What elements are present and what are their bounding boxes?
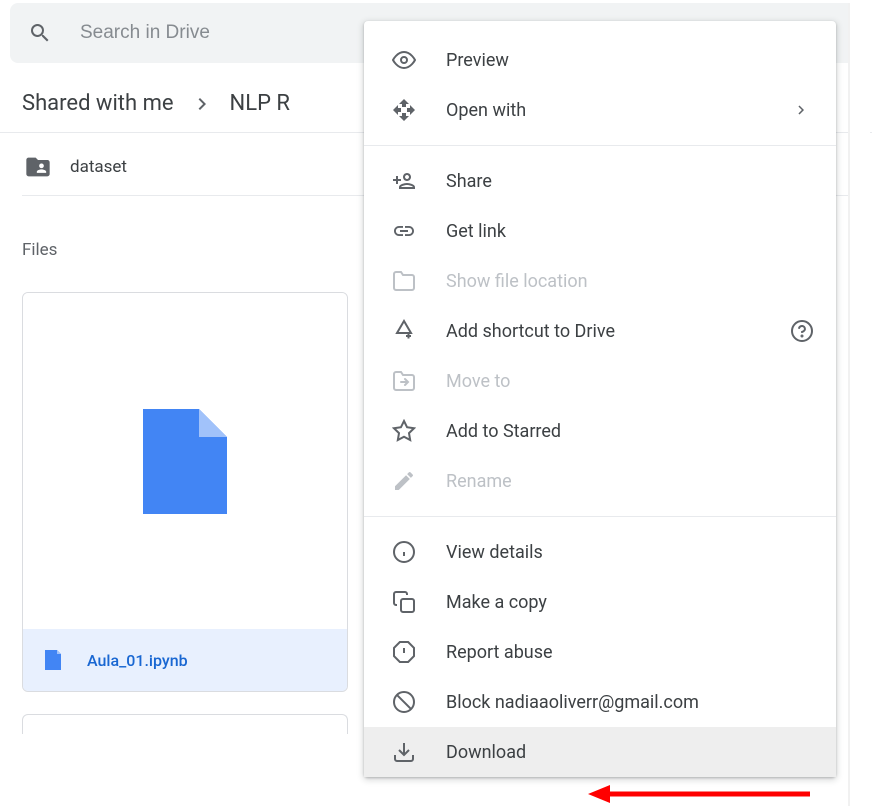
eye-icon (392, 48, 416, 72)
menu-move-to: Move to (364, 356, 836, 406)
file-thumbnail (23, 293, 347, 629)
menu-block[interactable]: Block nadiaaoliverr@gmail.com (364, 677, 836, 727)
menu-view-details[interactable]: View details (364, 527, 836, 577)
annotation-arrow (588, 782, 810, 806)
next-file-card-top[interactable] (22, 714, 348, 734)
star-icon (392, 419, 416, 443)
menu-star[interactable]: Add to Starred (364, 406, 836, 456)
chevron-right-icon (190, 92, 214, 116)
menu-label: Download (446, 742, 526, 763)
menu-preview[interactable]: Preview (364, 35, 836, 85)
menu-label: View details (446, 542, 543, 563)
menu-label: Open with (446, 100, 526, 121)
person-add-icon (392, 169, 416, 193)
link-icon (392, 219, 416, 243)
menu-label: Show file location (446, 271, 588, 292)
divider (364, 145, 836, 146)
menu-label: Add to Starred (446, 421, 561, 442)
menu-open-with[interactable]: Open with (364, 85, 836, 135)
menu-label: Add shortcut to Drive (446, 321, 615, 342)
divider (364, 516, 836, 517)
menu-download[interactable]: Download (364, 727, 836, 777)
menu-label: Report abuse (446, 642, 553, 663)
file-icon (143, 409, 227, 514)
menu-label: Make a copy (446, 592, 547, 613)
report-icon (392, 640, 416, 664)
menu-label: Block nadiaaoliverr@gmail.com (446, 692, 699, 713)
pencil-icon (392, 469, 416, 493)
chevron-right-icon (792, 101, 810, 119)
breadcrumb-current[interactable]: NLP R (230, 91, 290, 116)
menu-add-shortcut[interactable]: Add shortcut to Drive (364, 306, 836, 356)
menu-label: Move to (446, 371, 510, 392)
copy-icon (392, 590, 416, 614)
menu-share[interactable]: Share (364, 156, 836, 206)
menu-label: Get link (446, 221, 506, 242)
file-small-icon (41, 648, 65, 672)
help-icon[interactable] (790, 319, 814, 343)
menu-label: Rename (446, 471, 512, 492)
menu-show-location: Show file location (364, 256, 836, 306)
file-card[interactable]: Aula_01.ipynb (22, 292, 348, 692)
menu-label: Share (446, 171, 492, 192)
folder-name: dataset (70, 157, 127, 177)
file-footer: Aula_01.ipynb (23, 629, 347, 691)
info-icon (392, 540, 416, 564)
breadcrumb-root[interactable]: Shared with me (22, 91, 174, 116)
folder-icon (392, 269, 416, 293)
folder-shared-icon (24, 153, 52, 181)
menu-rename: Rename (364, 456, 836, 506)
scrollbar[interactable] (848, 3, 870, 806)
folder-move-icon (392, 369, 416, 393)
file-name: Aula_01.ipynb (87, 651, 188, 670)
menu-report-abuse[interactable]: Report abuse (364, 627, 836, 677)
menu-label: Preview (446, 50, 509, 71)
search-icon (28, 21, 52, 45)
menu-get-link[interactable]: Get link (364, 206, 836, 256)
download-icon (392, 740, 416, 764)
open-with-icon (392, 98, 416, 122)
shortcut-icon (392, 319, 416, 343)
context-menu: Preview Open with Share Get link Show fi… (364, 21, 836, 777)
block-icon (392, 690, 416, 714)
menu-make-copy[interactable]: Make a copy (364, 577, 836, 627)
